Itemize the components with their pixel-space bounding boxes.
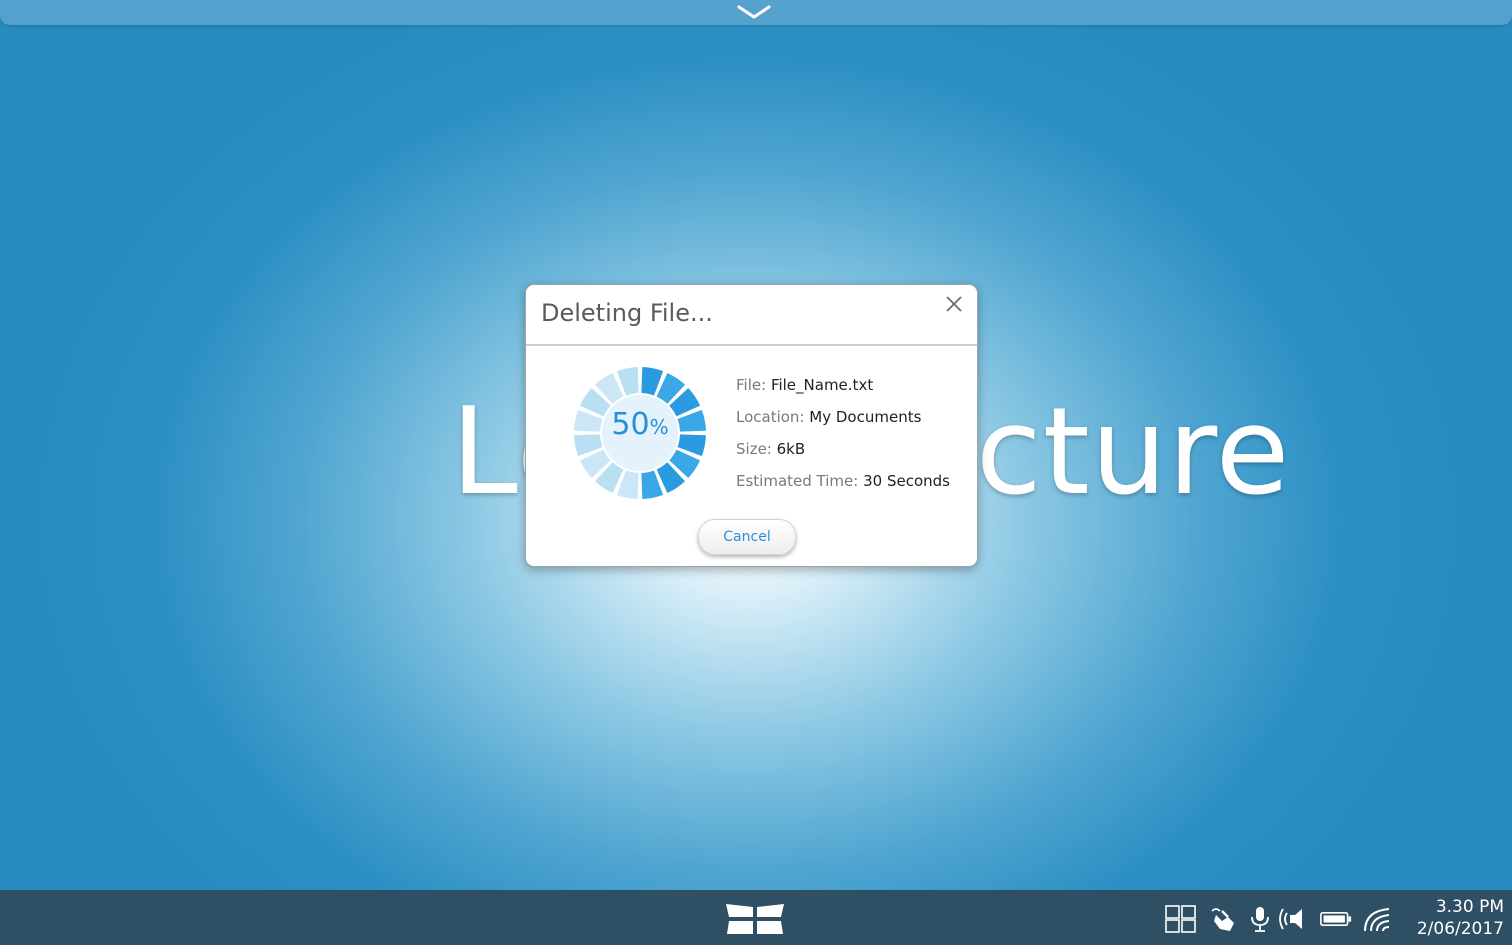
clock[interactable]: 3.30 PM 2/06/2017 (1400, 896, 1504, 940)
microphone-icon[interactable] (1244, 905, 1276, 933)
dialog-divider (526, 344, 977, 346)
battery-icon[interactable] (1320, 905, 1352, 933)
cancel-button[interactable]: Cancel (698, 519, 796, 555)
progress-unit: % (649, 415, 669, 439)
detail-file-value: File_Name.txt (770, 376, 874, 394)
detail-estimated-time-value: 30 Seconds (863, 472, 950, 490)
touch-gesture-icon[interactable] (1208, 905, 1240, 933)
clock-date: 2/06/2017 (1416, 919, 1504, 939)
delete-progress-dialog: Deleting File... 50% File: File_Name.txt… (525, 284, 978, 567)
windows-grid-icon[interactable] (1165, 905, 1197, 933)
start-menu-icon[interactable] (724, 903, 786, 935)
top-pulldown-bar[interactable] (0, 0, 1512, 25)
detail-file: File: File_Name.txt (736, 375, 950, 407)
progress-percent-label: 50% (572, 407, 708, 442)
speaker-icon[interactable] (1276, 905, 1308, 933)
taskbar: 3.30 PM 2/06/2017 (0, 890, 1512, 945)
file-details: File: File_Name.txt Location: My Documen… (736, 375, 950, 503)
detail-location-label: Location: (736, 408, 805, 426)
detail-file-label: File: (736, 376, 767, 394)
detail-size: Size: 6kB (736, 439, 950, 471)
detail-size-label: Size: (736, 440, 772, 458)
clock-time: 3.30 PM (1435, 897, 1504, 917)
wifi-icon[interactable] (1362, 905, 1394, 933)
detail-location: Location: My Documents (736, 407, 950, 439)
chevron-down-icon[interactable] (737, 4, 771, 20)
progress-value: 50 (611, 407, 650, 442)
detail-size-value: 6kB (776, 440, 806, 458)
detail-location-value: My Documents (809, 408, 922, 426)
detail-estimated-time: Estimated Time: 30 Seconds (736, 471, 950, 503)
dialog-title: Deleting File... (541, 299, 713, 327)
detail-estimated-time-label: Estimated Time: (736, 472, 859, 490)
close-icon[interactable] (943, 293, 965, 315)
